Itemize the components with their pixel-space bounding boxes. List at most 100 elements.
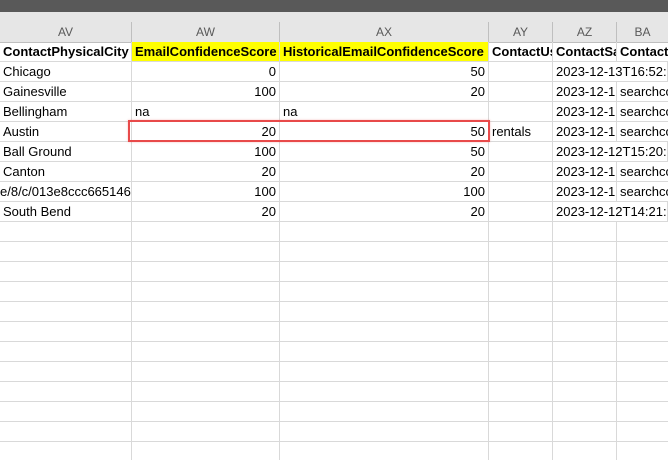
empty-cell[interactable] [617,342,668,362]
cell-historical-score[interactable]: 20 [280,162,489,182]
empty-cell[interactable] [132,262,280,282]
empty-cell[interactable] [0,442,132,460]
empty-cell[interactable] [553,322,617,342]
cell-contact-us[interactable]: rentals [489,122,553,142]
cell-historical-score[interactable]: 50 [280,62,489,82]
cell-city[interactable]: e/8/c/013e8ccc665146 [0,182,132,202]
empty-cell[interactable] [489,362,553,382]
header-cell-contact-sa[interactable]: ContactSa [553,42,617,62]
empty-cell[interactable] [617,402,668,422]
cell-contact-sa[interactable]: 2023-12-12T15:20:0 [553,142,668,162]
cell-contact-us[interactable] [489,182,553,202]
column-header-az[interactable]: AZ [553,22,617,42]
empty-cell[interactable] [0,262,132,282]
empty-cell[interactable] [617,262,668,282]
empty-cell[interactable] [280,282,489,302]
cell-contact-us[interactable] [489,202,553,222]
cell-email-score[interactable]: 100 [132,142,280,162]
empty-cell[interactable] [617,382,668,402]
empty-cell[interactable] [553,382,617,402]
cell-contact-sa[interactable]: 2023-12-1 [553,122,617,142]
cell-historical-score[interactable]: na [280,102,489,122]
empty-cell[interactable] [553,342,617,362]
empty-cell[interactable] [553,402,617,422]
column-header-aw[interactable]: AW [132,22,280,42]
header-cell-email-confidence-score[interactable]: EmailConfidenceScore [132,42,280,62]
cell-contact-us[interactable] [489,82,553,102]
cell-contact-us[interactable] [489,162,553,182]
cell-historical-score[interactable]: 100 [280,182,489,202]
empty-cell[interactable] [489,442,553,460]
empty-cell[interactable] [489,342,553,362]
empty-cell[interactable] [617,362,668,382]
empty-cell[interactable] [280,422,489,442]
empty-cell[interactable] [280,242,489,262]
empty-cell[interactable] [0,222,132,242]
cell-contact-sa[interactable]: 2023-12-1 [553,182,617,202]
cell-email-score[interactable]: 20 [132,202,280,222]
cell-contact-sa[interactable]: 2023-12-1 [553,162,617,182]
empty-cell[interactable] [553,422,617,442]
empty-cell[interactable] [617,302,668,322]
cell-email-score[interactable]: na [132,102,280,122]
column-header-ax[interactable]: AX [280,22,489,42]
empty-cell[interactable] [0,342,132,362]
empty-cell[interactable] [280,402,489,422]
cell-email-score[interactable]: 100 [132,82,280,102]
empty-cell[interactable] [617,322,668,342]
header-cell-contact-us[interactable]: ContactUs [489,42,553,62]
header-cell-historical-email-confidence-score[interactable]: HistoricalEmailConfidenceScore [280,42,489,62]
empty-cell[interactable] [553,362,617,382]
empty-cell[interactable] [0,422,132,442]
empty-cell[interactable] [553,302,617,322]
empty-cell[interactable] [0,302,132,322]
column-header-av[interactable]: AV [0,22,132,42]
empty-cell[interactable] [553,442,617,460]
empty-cell[interactable] [553,282,617,302]
empty-cell[interactable] [617,422,668,442]
empty-cell[interactable] [617,242,668,262]
empty-cell[interactable] [132,342,280,362]
cell-email-score[interactable]: 20 [132,162,280,182]
empty-cell[interactable] [280,382,489,402]
empty-cell[interactable] [553,262,617,282]
cell-city[interactable]: Austin [0,122,132,142]
cell-contact-us[interactable] [489,142,553,162]
cell-contact-s[interactable]: searchco [617,182,668,202]
empty-cell[interactable] [280,222,489,242]
empty-cell[interactable] [489,282,553,302]
empty-cell[interactable] [617,442,668,460]
empty-cell[interactable] [617,222,668,242]
empty-cell[interactable] [0,282,132,302]
cell-city[interactable]: Canton [0,162,132,182]
cell-contact-s[interactable]: searchco [617,122,668,142]
cell-contact-us[interactable] [489,62,553,82]
cell-city[interactable]: Ball Ground [0,142,132,162]
cell-email-score[interactable]: 20 [132,122,280,142]
cell-contact-s[interactable]: searchco [617,82,668,102]
header-cell-contact-s[interactable]: ContactS [617,42,668,62]
empty-cell[interactable] [132,362,280,382]
empty-cell[interactable] [489,422,553,442]
cell-contact-sa[interactable]: 2023-12-1 [553,82,617,102]
empty-cell[interactable] [0,362,132,382]
empty-cell[interactable] [489,242,553,262]
empty-cell[interactable] [553,222,617,242]
empty-cell[interactable] [280,362,489,382]
empty-cell[interactable] [489,222,553,242]
cell-email-score[interactable]: 0 [132,62,280,82]
cell-historical-score[interactable]: 20 [280,82,489,102]
cell-city[interactable]: Chicago [0,62,132,82]
cell-city[interactable]: South Bend [0,202,132,222]
cell-city[interactable]: Bellingham [0,102,132,122]
empty-cell[interactable] [132,322,280,342]
cell-contact-us[interactable] [489,102,553,122]
column-header-ay[interactable]: AY [489,22,553,42]
column-header-ba[interactable]: BA [617,22,668,42]
empty-cell[interactable] [280,302,489,322]
empty-cell[interactable] [489,322,553,342]
empty-cell[interactable] [280,342,489,362]
cell-contact-s[interactable]: searchco [617,102,668,122]
empty-cell[interactable] [132,442,280,460]
empty-cell[interactable] [0,322,132,342]
